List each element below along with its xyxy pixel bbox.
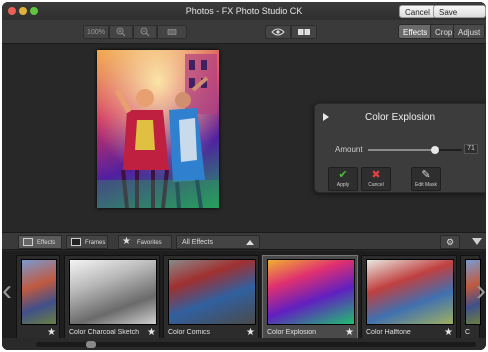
zoom-out-icon <box>140 27 150 37</box>
edit-mask-button[interactable]: ✎ Edit Mask <box>411 167 441 191</box>
effect-thumbnail-label: Color Halftone <box>366 329 411 336</box>
cancel-effect-label: Cancel <box>368 182 384 188</box>
effects-browser-bar: Effects Frames ★ Favorites All Effects ⚙ <box>2 232 486 250</box>
edited-photo[interactable] <box>97 50 219 208</box>
favorite-star-icon[interactable]: ★ <box>147 327 156 338</box>
brush-icon: ✎ <box>421 169 431 181</box>
save-changes-button[interactable]: Save Changes <box>433 5 486 30</box>
amount-value-field[interactable]: 71 <box>464 144 478 154</box>
effect-thumbnail[interactable]: ★ <box>16 255 60 338</box>
scroll-left-icon[interactable]: ‹ <box>2 271 12 311</box>
image-canvas[interactable]: Color Explosion Amount 71 ✔ Apply ✖ Canc… <box>2 45 486 232</box>
fit-to-window-button[interactable] <box>157 25 187 39</box>
favorite-star-icon[interactable]: ★ <box>246 327 255 338</box>
toolbar: 100% Effects Crop Adjust <box>2 20 486 44</box>
effect-title: Color Explosion <box>364 112 436 123</box>
effect-thumbnail-label: Color Comics <box>168 329 211 336</box>
effect-preview-image <box>267 259 355 325</box>
favorite-star-icon[interactable]: ★ <box>444 327 453 338</box>
edit-mask-label: Edit Mask <box>415 182 437 188</box>
scrollbar-track[interactable] <box>36 342 476 347</box>
amount-slider-fill <box>368 149 435 151</box>
effect-thumbnail-selected[interactable]: Color Explosion ★ <box>262 255 358 338</box>
effect-thumbnail-label: C <box>465 329 471 336</box>
amount-slider[interactable] <box>368 146 462 154</box>
split-view-icon <box>298 29 310 35</box>
effect-preview-image <box>168 259 256 325</box>
browser-settings-button[interactable]: ⚙ <box>440 235 460 249</box>
favorites-browser-tab[interactable]: ★ Favorites <box>118 235 172 249</box>
amount-label: Amount <box>335 145 363 154</box>
title-bar: Photos - FX Photo Studio CK Cancel Save … <box>2 2 486 30</box>
effect-settings-panel: Color Explosion Amount 71 ✔ Apply ✖ Canc… <box>314 103 486 193</box>
effect-thumbnail[interactable]: Color Charcoal Sketch ★ <box>64 255 160 338</box>
plugin-title: FX Photo Studio CK <box>221 6 303 16</box>
effects-browser-tab[interactable]: Effects <box>18 235 62 249</box>
favorites-tab-label: Favorites <box>137 240 162 246</box>
scroll-right-icon[interactable]: › <box>476 271 486 311</box>
frames-tab-label: Frames <box>85 240 106 246</box>
effects-tab-label: Effects <box>37 240 56 246</box>
photos-window: Photos - FX Photo Studio CK Cancel Save … <box>2 2 486 350</box>
eye-icon <box>271 28 285 36</box>
title-separator: - <box>213 6 222 16</box>
favorite-star-icon[interactable]: ★ <box>47 327 56 338</box>
effect-thumbnail[interactable]: Color Comics ★ <box>163 255 259 338</box>
apply-button[interactable]: ✔ Apply <box>328 167 358 191</box>
effects-filmstrip: ‹ ★ Color Charcoal Sketch ★ Color Comics… <box>2 251 486 338</box>
effect-category-value: All Effects <box>182 239 213 246</box>
split-view-button[interactable] <box>291 25 317 39</box>
effect-category-dropdown[interactable]: All Effects <box>176 235 260 249</box>
tab-effects[interactable]: Effects <box>398 24 433 39</box>
amount-slider-knob[interactable] <box>430 146 439 154</box>
cross-icon: ✖ <box>371 169 381 181</box>
filmstrip-scrollbar[interactable] <box>2 338 486 350</box>
gear-icon: ⚙ <box>445 237 455 247</box>
checkmark-icon: ✔ <box>338 169 348 181</box>
cancel-button[interactable]: Cancel <box>399 5 436 18</box>
zoom-in-icon <box>116 27 126 37</box>
zoom-level[interactable]: 100% <box>83 25 109 39</box>
scrollbar-thumb[interactable] <box>86 341 96 348</box>
effect-thumbnail-label: Color Charcoal Sketch <box>69 329 140 336</box>
cancel-effect-button[interactable]: ✖ Cancel <box>361 167 391 191</box>
star-icon: ★ <box>122 236 131 247</box>
effect-preview-image <box>21 259 57 325</box>
effect-preview-image <box>366 259 454 325</box>
apply-label: Apply <box>336 182 350 188</box>
fit-screen-icon <box>167 29 177 35</box>
frames-icon <box>71 238 81 246</box>
effect-thumbnail[interactable]: Color Halftone ★ <box>361 255 457 338</box>
zoom-out-button[interactable] <box>133 25 157 39</box>
preview-toggle-button[interactable] <box>265 25 291 39</box>
collapse-browser-icon[interactable] <box>472 238 482 245</box>
tab-adjust[interactable]: Adjust <box>453 24 486 39</box>
app-title: Photos <box>185 6 214 16</box>
effect-preview-image <box>69 259 157 325</box>
effect-thumbnail-label: Color Explosion <box>267 329 317 336</box>
photo-content <box>97 50 219 208</box>
effects-icon <box>23 238 33 246</box>
dropdown-arrow-icon <box>246 240 254 245</box>
zoom-in-button[interactable] <box>109 25 133 39</box>
favorite-star-icon[interactable]: ★ <box>345 327 354 338</box>
frames-browser-tab[interactable]: Frames <box>66 235 108 249</box>
